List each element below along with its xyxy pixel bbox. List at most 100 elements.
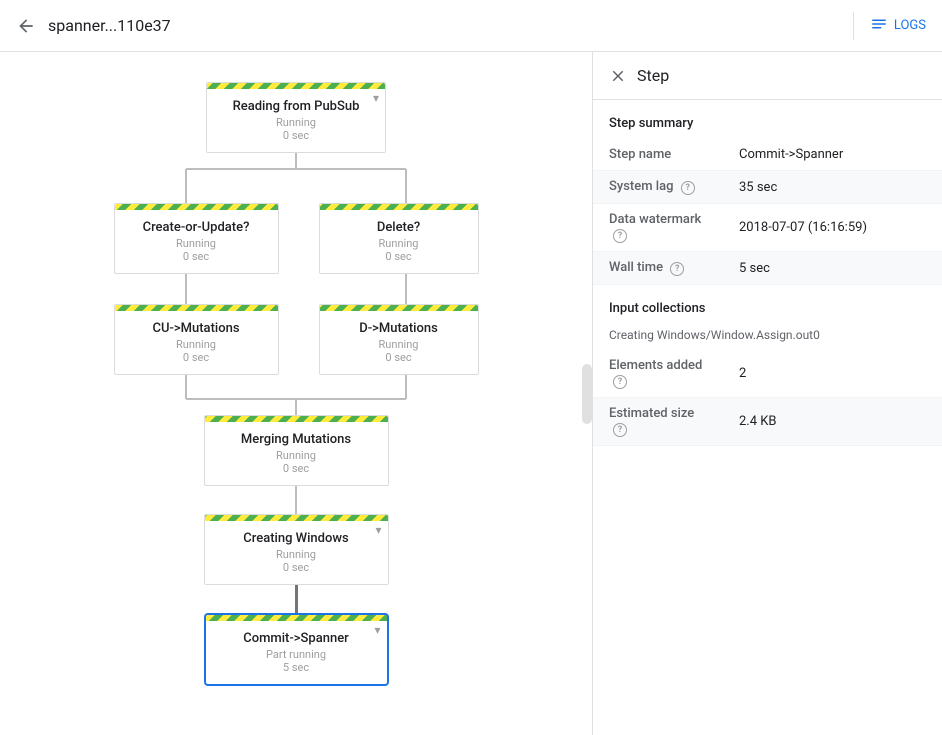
- node-stripe: [205, 416, 388, 422]
- node-commit-spanner[interactable]: ▾ Commit->Spanner Part running 5 sec: [204, 613, 389, 686]
- node-status: Part running: [222, 648, 371, 661]
- value-elements-added: 2: [723, 350, 942, 398]
- node-merging-mutations-wrapper: Merging Mutations Running 0 sec: [204, 415, 389, 486]
- node-stripe: [115, 204, 278, 210]
- node-time: 0 sec: [131, 351, 262, 364]
- node-stripe: [205, 515, 388, 521]
- chevron-icon: ▾: [373, 91, 379, 105]
- help-icon[interactable]: ?: [681, 181, 695, 195]
- label-data-watermark: Data watermark ?: [593, 204, 723, 252]
- pipeline-canvas: ▾ Reading from PubSub Running 0 sec: [0, 52, 592, 735]
- table-row: System lag ? 35 sec: [593, 171, 942, 204]
- node-title: Delete?: [336, 220, 462, 235]
- value-step-name: Commit->Spanner: [723, 139, 942, 171]
- node-cu-mutations[interactable]: CU->Mutations Running 0 sec: [114, 304, 279, 375]
- node-title: CU->Mutations: [131, 321, 262, 336]
- label-wall-time: Wall time ?: [593, 252, 723, 285]
- node-stripe: [320, 204, 478, 210]
- node-title: Create-or-Update?: [131, 220, 262, 235]
- table-row: Wall time ? 5 sec: [593, 252, 942, 285]
- help-icon-walltime[interactable]: ?: [670, 262, 684, 276]
- node-stripe: [320, 305, 478, 311]
- back-button[interactable]: [16, 16, 36, 36]
- connector-line: [295, 486, 297, 514]
- connector-line-2: [295, 585, 298, 613]
- close-button[interactable]: [609, 67, 627, 85]
- logs-icon: [870, 15, 888, 37]
- node-merging-mutations[interactable]: Merging Mutations Running 0 sec: [204, 415, 389, 486]
- label-system-lag: System lag ?: [593, 171, 723, 204]
- logs-button[interactable]: LOGS: [870, 15, 926, 37]
- help-icon-elements[interactable]: ?: [613, 375, 627, 389]
- value-system-lag: 35 sec: [723, 171, 942, 204]
- node-status: Running: [131, 237, 262, 250]
- node-status: Running: [221, 548, 372, 561]
- page-title: spanner...110e37: [48, 16, 837, 35]
- table-row: Elements added ? 2: [593, 350, 942, 398]
- main-content: ▾ Reading from PubSub Running 0 sec: [0, 52, 942, 735]
- node-time: 5 sec: [222, 661, 371, 674]
- node-commit-spanner-wrapper: ▾ Commit->Spanner Part running 5 sec: [204, 613, 389, 686]
- node-d-mutations[interactable]: D->Mutations Running 0 sec: [319, 304, 479, 375]
- node-time: 0 sec: [223, 129, 369, 142]
- table-row: Step name Commit->Spanner: [593, 139, 942, 171]
- table-row: Data watermark ? 2018-07-07 (16:16:59): [593, 204, 942, 252]
- branch-create-or-update: Create-or-Update? Running 0 sec: [114, 203, 279, 274]
- right-panel: Step Step summary Step name Commit->Span…: [592, 52, 942, 735]
- step-summary-table: Step name Commit->Spanner System lag ? 3…: [593, 139, 942, 285]
- node-time: 0 sec: [336, 351, 462, 364]
- step-summary-title: Step summary: [593, 100, 942, 139]
- node-title: Creating Windows: [221, 531, 372, 546]
- node-title: D->Mutations: [336, 321, 462, 336]
- node-reading-pubsub[interactable]: ▾ Reading from PubSub Running 0 sec: [206, 82, 386, 153]
- value-estimated-size: 2.4 KB: [723, 398, 942, 446]
- node-title: Merging Mutations: [221, 432, 372, 447]
- help-icon-watermark[interactable]: ?: [613, 229, 627, 243]
- branch-row-2: CU->Mutations Running 0 sec D->Mutations…: [114, 304, 479, 375]
- label-step-name: Step name: [593, 139, 723, 171]
- node-delete[interactable]: Delete? Running 0 sec: [319, 203, 479, 274]
- label-elements-added: Elements added ?: [593, 350, 723, 398]
- connector-svg-3: [86, 375, 506, 415]
- panel-title: Step: [637, 66, 669, 85]
- help-icon-size[interactable]: ?: [613, 423, 627, 437]
- input-collections-title: Input collections: [593, 285, 942, 324]
- node-creating-windows[interactable]: ▾ Creating Windows Running 0 sec: [204, 514, 389, 585]
- header: spanner...110e37 LOGS: [0, 0, 942, 52]
- logs-label: LOGS: [894, 18, 926, 33]
- connector-svg-1: [86, 153, 506, 203]
- input-collection-name: Creating Windows/Window.Assign.out0: [593, 324, 942, 350]
- node-title: Commit->Spanner: [222, 631, 371, 646]
- node-stripe: [207, 83, 385, 89]
- pipeline-diagram: ▾ Reading from PubSub Running 0 sec: [20, 72, 572, 696]
- value-data-watermark: 2018-07-07 (16:16:59): [723, 204, 942, 252]
- chevron-icon: ▾: [375, 523, 381, 537]
- node-time: 0 sec: [336, 250, 462, 263]
- node-time: 0 sec: [131, 250, 262, 263]
- node-status: Running: [336, 338, 462, 351]
- chevron-icon: ▾: [374, 623, 380, 637]
- node-status: Running: [221, 449, 372, 462]
- label-estimated-size: Estimated size ?: [593, 398, 723, 446]
- node-time: 0 sec: [221, 462, 372, 475]
- value-wall-time: 5 sec: [723, 252, 942, 285]
- node-title: Reading from PubSub: [223, 99, 369, 114]
- node-status: Running: [336, 237, 462, 250]
- branch-row-1: Create-or-Update? Running 0 sec Delete? …: [114, 203, 479, 274]
- branch-cu-mutations: CU->Mutations Running 0 sec: [114, 304, 279, 375]
- node-stripe: [206, 615, 387, 621]
- header-divider: [853, 12, 854, 40]
- node-reading-pubsub-wrapper: ▾ Reading from PubSub Running 0 sec: [206, 82, 386, 153]
- scroll-handle[interactable]: [582, 364, 592, 424]
- panel-header: Step: [593, 52, 942, 100]
- node-status: Running: [223, 116, 369, 129]
- branch-d-mutations: D->Mutations Running 0 sec: [319, 304, 479, 375]
- node-create-or-update[interactable]: Create-or-Update? Running 0 sec: [114, 203, 279, 274]
- table-row: Estimated size ? 2.4 KB: [593, 398, 942, 446]
- node-time: 0 sec: [221, 561, 372, 574]
- node-creating-windows-wrapper: ▾ Creating Windows Running 0 sec: [204, 514, 389, 585]
- branch-delete: Delete? Running 0 sec: [319, 203, 479, 274]
- node-stripe: [115, 305, 278, 311]
- node-status: Running: [131, 338, 262, 351]
- collection-table: Elements added ? 2 Estimated size ? 2.4 …: [593, 350, 942, 446]
